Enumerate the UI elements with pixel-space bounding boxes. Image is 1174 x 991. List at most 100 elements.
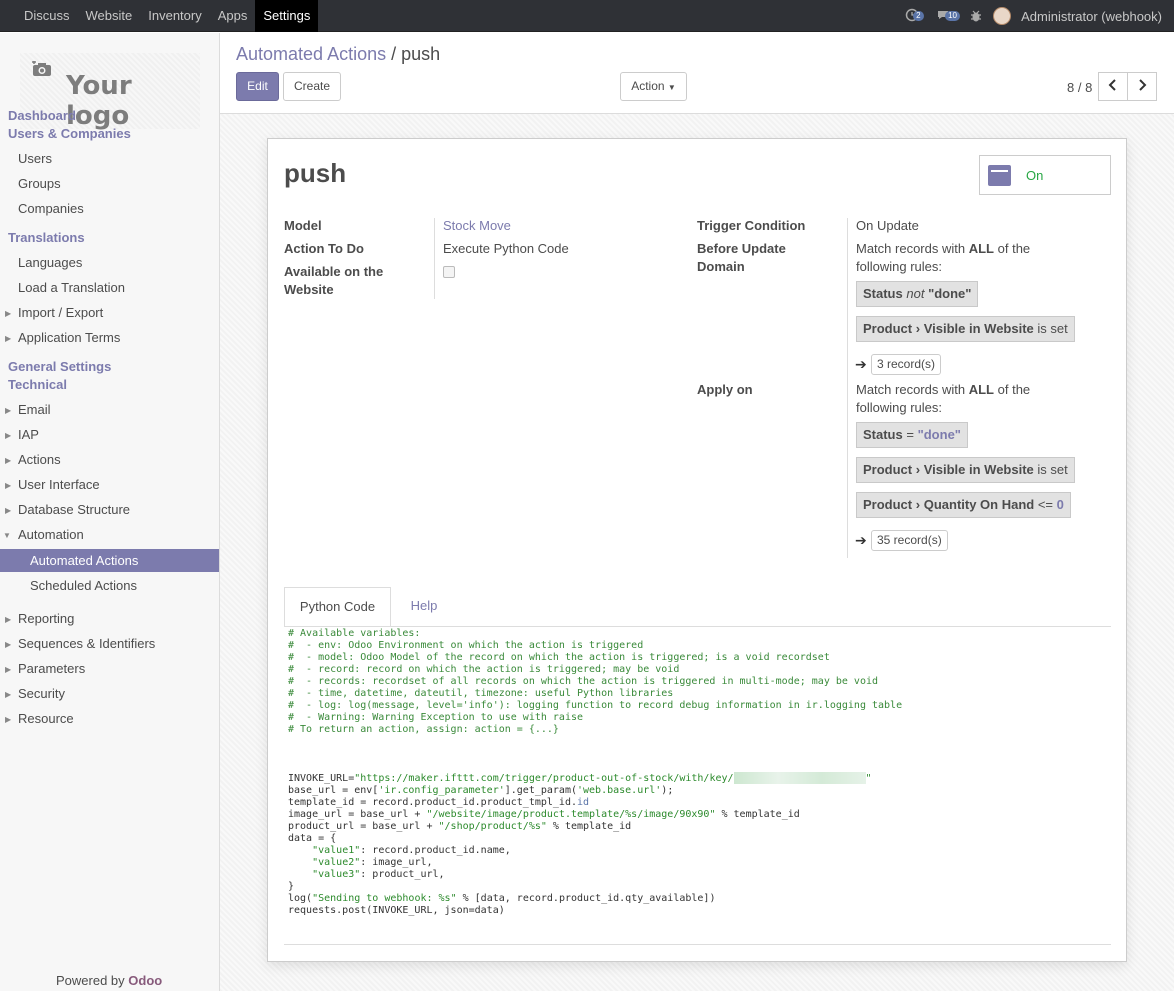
bug-icon[interactable] <box>969 9 983 23</box>
code-token: requests.post(INVOKE_URL, json=data) <box>288 905 505 916</box>
sidebar-users-companies[interactable]: Users & Companies <box>8 126 131 141</box>
powered-by: Powered by Odoo <box>56 973 162 988</box>
user-menu[interactable]: Administrator (webhook) <box>1021 9 1162 24</box>
code-token: : image_url, <box>360 857 433 868</box>
sidebar-dashboard[interactable]: Dashboard <box>8 108 76 123</box>
menu-website[interactable]: Website <box>78 0 141 32</box>
sidebar-item-parameters[interactable]: Parameters <box>18 661 85 676</box>
user-avatar[interactable] <box>993 7 1012 25</box>
caret-right-icon: ▶ <box>5 456 12 465</box>
caret-right-icon: ▶ <box>5 615 12 624</box>
active-toggle-button[interactable]: On <box>979 155 1111 195</box>
apply-records-count-button[interactable]: 35 record(s) <box>871 530 948 551</box>
sidebar-item-security[interactable]: Security <box>18 686 65 701</box>
python-code-editor[interactable]: # Available variables: # - env: Odoo Env… <box>288 628 902 917</box>
archive-icon <box>988 165 1011 186</box>
messages-icon[interactable]: 10 <box>937 8 961 24</box>
sidebar-item-user-interface[interactable]: User Interface <box>18 477 100 492</box>
rule-subfield: Quantity On Hand <box>923 497 1035 512</box>
sidebar-item-load-translation[interactable]: Load a Translation <box>18 280 125 295</box>
caret-down-icon: ▼ <box>3 531 11 540</box>
sidebar-item-automated-actions[interactable]: Automated Actions <box>30 553 138 568</box>
right-group-divider <box>847 218 848 558</box>
menu-inventory[interactable]: Inventory <box>140 0 209 32</box>
code-token: : product_url, <box>360 869 445 880</box>
available-on-website-checkbox[interactable] <box>443 266 455 278</box>
match-all: ALL <box>968 382 994 397</box>
sidebar-item-scheduled-actions[interactable]: Scheduled Actions <box>30 578 137 593</box>
sidebar-item-import-export[interactable]: Import / Export <box>18 305 103 320</box>
rule-field: Product <box>863 462 913 477</box>
sidebar-item-actions[interactable]: Actions <box>18 452 61 467</box>
action-dropdown[interactable]: Action ▼ <box>620 72 687 101</box>
match-text-2: of the <box>997 382 1031 397</box>
breadcrumb-separator: / <box>391 44 397 64</box>
sidebar-item-database-structure[interactable]: Database Structure <box>18 502 130 517</box>
rule-subfield: Visible in Website <box>923 321 1034 336</box>
odoo-link[interactable]: Odoo <box>128 973 162 988</box>
sidebar-item-users[interactable]: Users <box>18 151 52 166</box>
sidebar-item-companies[interactable]: Companies <box>18 201 84 216</box>
tab-help[interactable]: Help <box>409 587 439 627</box>
before-records-count-button[interactable]: 3 record(s) <box>871 354 942 375</box>
apply-rule-product-visible: Product › Visible in Website is set <box>856 457 1075 483</box>
sidebar-item-iap[interactable]: IAP <box>18 427 39 442</box>
sidebar-translations[interactable]: Translations <box>8 230 85 245</box>
code-comment: # To return an action, assign: action = … <box>288 724 559 735</box>
menu-apps[interactable]: Apps <box>210 0 256 32</box>
match-text-1: Match records with <box>856 241 966 256</box>
menu-settings[interactable]: Settings <box>255 0 319 32</box>
sidebar-technical[interactable]: Technical <box>8 377 67 392</box>
code-token: % template_id <box>546 821 632 832</box>
caret-right-icon: ▶ <box>5 481 12 490</box>
sidebar-item-email[interactable]: Email <box>18 402 51 417</box>
app-menu: Discuss Website Inventory Apps Settings <box>16 0 319 32</box>
sidebar-item-sequences[interactable]: Sequences & Identifiers <box>18 636 155 651</box>
edit-button[interactable]: Edit <box>236 72 279 101</box>
arrow-right-icon: ➔ <box>855 532 867 548</box>
menu-discuss[interactable]: Discuss <box>16 0 78 32</box>
activity-icon[interactable]: 2 <box>905 8 927 24</box>
sidebar-item-reporting[interactable]: Reporting <box>18 611 74 626</box>
pager-previous-button[interactable] <box>1098 72 1128 101</box>
model-field[interactable]: Stock Move <box>443 217 511 235</box>
create-button[interactable]: Create <box>283 72 341 101</box>
record-name: push <box>284 158 347 188</box>
code-string: "Sending to webhook: %s" <box>312 893 457 904</box>
code-string: "value3" <box>312 869 361 880</box>
camera-icon <box>32 61 51 76</box>
rule-operator: is set <box>1037 321 1068 336</box>
action-to-do-field: Execute Python Code <box>443 241 569 256</box>
sidebar-item-application-terms[interactable]: Application Terms <box>18 330 120 345</box>
caret-down-icon: ▼ <box>667 83 676 92</box>
code-token: template_id = record.product_id.product_… <box>288 797 577 808</box>
before-domain-label-line1: Before Update <box>697 241 786 256</box>
rule-subfield: Visible in Website <box>923 462 1034 477</box>
code-comment: # - log: log(message, level='info'): log… <box>288 700 903 711</box>
code-token: } <box>288 881 295 892</box>
top-navbar: Discuss Website Inventory Apps Settings … <box>0 0 1174 32</box>
tab-python-code[interactable]: Python Code <box>284 587 391 627</box>
code-comment: # - model: Odoo Model of the record on w… <box>288 652 830 663</box>
chevron-right-icon: › <box>915 321 921 336</box>
caret-right-icon: ▶ <box>5 406 12 415</box>
breadcrumb-parent[interactable]: Automated Actions <box>236 44 386 64</box>
sidebar-item-automation[interactable]: Automation <box>18 527 84 542</box>
pager-next-button[interactable] <box>1127 72 1157 101</box>
code-string: " <box>865 773 872 784</box>
sidebar-item-groups[interactable]: Groups <box>18 176 61 191</box>
website-label-line2: Website <box>284 282 334 297</box>
sidebar-general-settings[interactable]: General Settings <box>8 359 111 374</box>
sidebar-item-languages[interactable]: Languages <box>18 255 82 270</box>
code-token: base_url = env[ <box>288 785 379 796</box>
active-toggle-label: On <box>1026 168 1044 183</box>
match-all: ALL <box>968 241 994 256</box>
before-domain-label-line2: Domain <box>697 259 745 274</box>
sidebar-item-resource[interactable]: Resource <box>18 711 74 726</box>
rule-value: 0 <box>1056 497 1064 512</box>
code-comment: # - time, datetime, dateutil, timezone: … <box>288 688 674 699</box>
code-token: data = { <box>288 833 337 844</box>
code-comment: # - Warning: Warning Exception to use wi… <box>288 712 584 723</box>
chevron-right-icon: › <box>915 462 921 477</box>
rule-field: Product <box>863 497 913 512</box>
